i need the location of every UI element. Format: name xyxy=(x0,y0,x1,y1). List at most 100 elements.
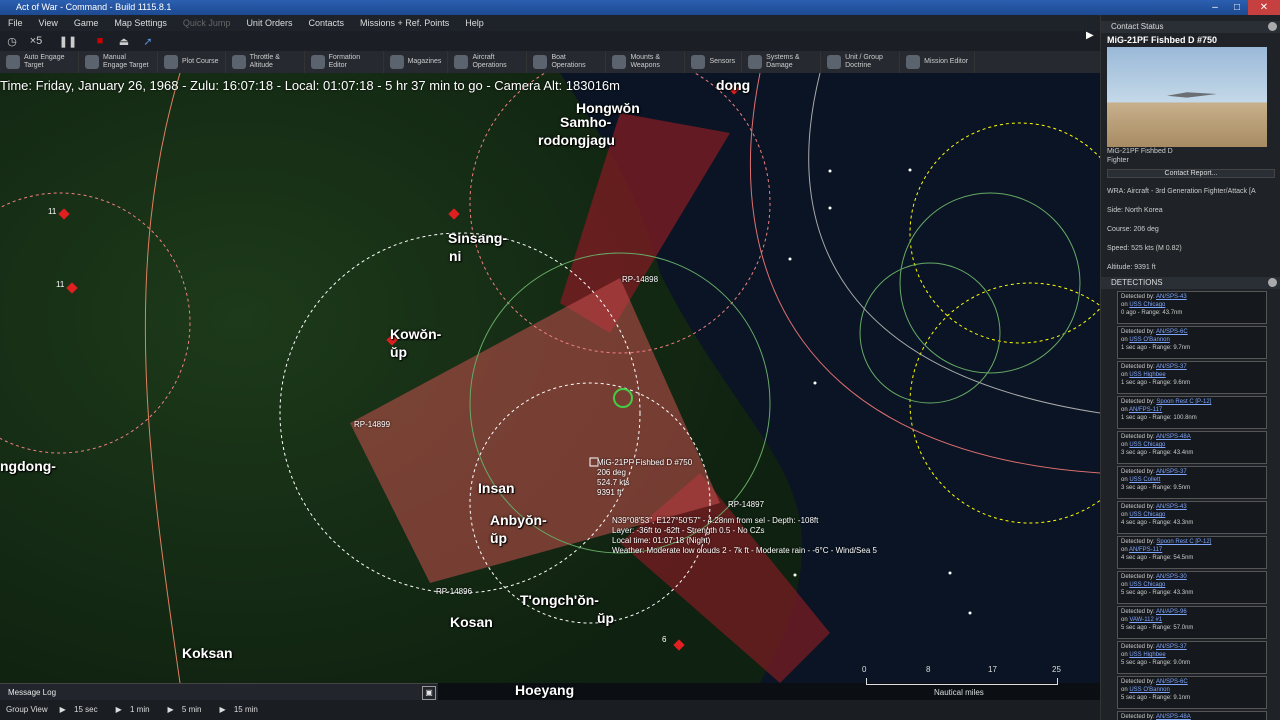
sensor-link[interactable]: AN/APS-96 xyxy=(1156,609,1187,615)
maximize-button[interactable]: □ xyxy=(1226,0,1248,15)
eject-icon[interactable]: ⏏ xyxy=(112,35,136,48)
group-view-label[interactable]: Group View xyxy=(0,700,54,720)
clock-icon[interactable]: ◷ xyxy=(0,35,24,48)
sensor-link[interactable]: AN/SPS-37 xyxy=(1156,644,1187,650)
menu-item[interactable]: File xyxy=(0,15,31,31)
toolbar-button[interactable]: Aircraft Operations xyxy=(448,51,528,73)
toolbar-button[interactable]: Boat Operations xyxy=(527,51,607,73)
detection-entry[interactable]: Detected by: AN/SPS-30 on USS Chicago 5 se… xyxy=(1117,571,1267,604)
expand-icon[interactable]: ▣ xyxy=(422,686,436,700)
platform-link[interactable]: USS Chicago xyxy=(1129,512,1165,518)
place-name: Samho- xyxy=(560,114,612,130)
close-button[interactable]: ✕ xyxy=(1248,0,1280,15)
step-15s[interactable]: ▶ 15 sec xyxy=(54,700,110,720)
sensor-link[interactable]: Spoon Rest C [P-12] xyxy=(1156,399,1211,405)
speed-display[interactable]: ×5 xyxy=(24,35,48,47)
step-5m[interactable]: ▶ 5 min xyxy=(162,700,214,720)
refpoint-label[interactable]: RP-14898 xyxy=(622,275,658,284)
detection-entry[interactable]: Detected by: AN/SPS-37 on USS Collett 3 se… xyxy=(1117,466,1267,499)
sensor-link[interactable]: AN/SPS-37 xyxy=(1156,469,1187,475)
platform-link[interactable]: USS O'Bannon xyxy=(1129,687,1170,693)
step-15m[interactable]: ▶ 15 min xyxy=(213,700,269,720)
sensor-link[interactable]: AN/SPS-6C xyxy=(1156,329,1188,335)
collapse-icon[interactable] xyxy=(1268,278,1277,287)
toolbar-button[interactable]: Mission Editor xyxy=(900,51,976,73)
platform-link[interactable]: AN/FPS-117 xyxy=(1129,407,1162,413)
platform-link[interactable]: USS Chicago xyxy=(1129,442,1165,448)
place-name: rodongjagu xyxy=(538,132,615,148)
sensor-link[interactable]: AN/SPS-48A xyxy=(1156,434,1191,440)
platform-link[interactable]: VAW-112 #1 xyxy=(1129,617,1162,623)
sensor-link[interactable]: AN/SPS-30 xyxy=(1156,574,1187,580)
platform-link[interactable]: USS Collett xyxy=(1129,477,1160,483)
toolbar-button[interactable]: Systems & Damage xyxy=(742,51,822,73)
sensor-link[interactable]: AN/SPS-48A xyxy=(1156,714,1191,720)
platform-link[interactable]: USS Highbee xyxy=(1129,372,1165,378)
collapse-icon[interactable] xyxy=(1268,22,1277,31)
menu-item[interactable]: Help xyxy=(457,15,492,31)
platform-link[interactable]: AN/FPS-117 xyxy=(1129,547,1162,553)
detection-entry[interactable]: Detected by: AN/SPS-43 on USS Chicago 0 ag… xyxy=(1117,291,1267,324)
toolbar-button[interactable]: Sensors xyxy=(685,51,743,73)
unit-map-label[interactable]: MiG-21PF Fishbed D #750 206 deg 524.7 kt… xyxy=(597,458,692,498)
place-name: Kowŏn- xyxy=(390,326,442,342)
contact-status-header[interactable]: Contact Status xyxy=(1101,21,1280,33)
menu-item[interactable]: Quick Jump xyxy=(175,15,239,31)
scale-tick: 17 xyxy=(988,665,997,674)
cursor-info-line: Layer: -36ft to -62ft - Strength 0.5 - N… xyxy=(612,526,765,535)
detection-entry[interactable]: Detected by: AN/SPS-48Aon USS Chicago - xyxy=(1117,711,1267,720)
toolbar-button[interactable]: Auto Engage Target xyxy=(0,51,79,73)
place-name: ni xyxy=(449,248,462,264)
pause-button[interactable]: ❚❚ xyxy=(48,35,88,48)
detection-entry[interactable]: Detected by: AN/SPS-48A on USS Chicago 3 s… xyxy=(1117,431,1267,464)
platform-link[interactable]: USS O'Bannon xyxy=(1129,337,1170,343)
detection-age: 0 ago xyxy=(1121,310,1137,316)
toolbar-button[interactable]: Throttle & Altitude xyxy=(226,51,305,73)
toolbar-button[interactable]: Formation Editor xyxy=(305,51,384,73)
sensor-link[interactable]: AN/SPS-43 xyxy=(1156,294,1187,300)
toolbar-button[interactable]: Mounts & Weapons xyxy=(606,51,686,73)
refpoint-label[interactable]: RP-14899 xyxy=(354,420,390,429)
menu-item[interactable]: Unit Orders xyxy=(238,15,300,31)
toolbar-button[interactable]: Plot Course xyxy=(158,51,226,73)
minimize-button[interactable]: – xyxy=(1204,0,1226,15)
platform-link[interactable]: USS Chicago xyxy=(1129,582,1165,588)
menu-item[interactable]: Map Settings xyxy=(106,15,175,31)
menu-item[interactable]: Missions + Ref. Points xyxy=(352,15,457,31)
toolbar-button[interactable]: Unit / Group Doctrine xyxy=(821,51,901,73)
contact-type: MiG-21PF Fishbed D xyxy=(1107,148,1173,155)
detection-entry[interactable]: Detected by: AN/SPS-43 on USS Chicago 4 se… xyxy=(1117,501,1267,534)
detection-entry[interactable]: Detected by: AN/SPS-6C on USS O'Bannon 5 s… xyxy=(1117,676,1267,709)
sensor-link[interactable]: AN/SPS-43 xyxy=(1156,504,1187,510)
detections-header[interactable]: DETECTIONS xyxy=(1101,277,1280,289)
sensor-link[interactable]: AN/SPS-6C xyxy=(1156,679,1188,685)
contact-report-button[interactable]: Contact Report... xyxy=(1107,169,1275,178)
detection-entry[interactable]: Detected by: Spoon Rest C [P-12] on AN/FP… xyxy=(1117,396,1267,429)
step-1m[interactable]: ▶ 1 min xyxy=(110,700,162,720)
detection-entry[interactable]: Detected by: AN/APS-96 on VAW-112 #1 5 sec… xyxy=(1117,606,1267,639)
menu-item[interactable]: View xyxy=(31,15,66,31)
sensor-link[interactable]: Spoon Rest C [P-12] xyxy=(1156,539,1211,545)
toolbar-button[interactable]: Magazines xyxy=(384,51,449,73)
detection-entry[interactable]: Detected by: AN/SPS-37 on USS Highbee 5 se… xyxy=(1117,641,1267,674)
sensor-link[interactable]: AN/SPS-37 xyxy=(1156,364,1187,370)
arrow-icon[interactable]: ➚ xyxy=(136,35,160,48)
scale-unit: Nautical miles xyxy=(934,688,984,697)
stop-button[interactable]: ■ xyxy=(88,35,112,47)
detection-range: Range: 43.3nm xyxy=(1152,520,1194,526)
detection-entry[interactable]: Detected by: Spoon Rest C [P-12] on AN/FP… xyxy=(1117,536,1267,569)
panel-toggle-arrow[interactable]: ▶ xyxy=(1086,30,1094,42)
unit-photo xyxy=(1107,47,1267,147)
contact-speed: Speed: 525 kts (M 0.82) xyxy=(1107,245,1182,252)
refpoint-label[interactable]: RP-14897 xyxy=(728,500,764,509)
detection-entry[interactable]: Detected by: AN/SPS-37 on USS Highbee 1 se… xyxy=(1117,361,1267,394)
contact-status-panel: Contact Status MiG-21PF Fishbed D #750 M… xyxy=(1100,15,1280,720)
detection-entry[interactable]: Detected by: AN/SPS-6C on USS O'Bannon 1 s… xyxy=(1117,326,1267,359)
platform-link[interactable]: USS Highbee xyxy=(1129,652,1165,658)
toolbar-button[interactable]: Manual Engage Target xyxy=(79,51,158,73)
menu-item[interactable]: Contacts xyxy=(300,15,352,31)
refpoint-label[interactable]: RP-14896 xyxy=(436,587,472,596)
menu-item[interactable]: Game xyxy=(66,15,107,31)
platform-link[interactable]: USS Chicago xyxy=(1129,302,1165,308)
message-log-bar[interactable]: Message Log ▣ xyxy=(0,683,438,701)
